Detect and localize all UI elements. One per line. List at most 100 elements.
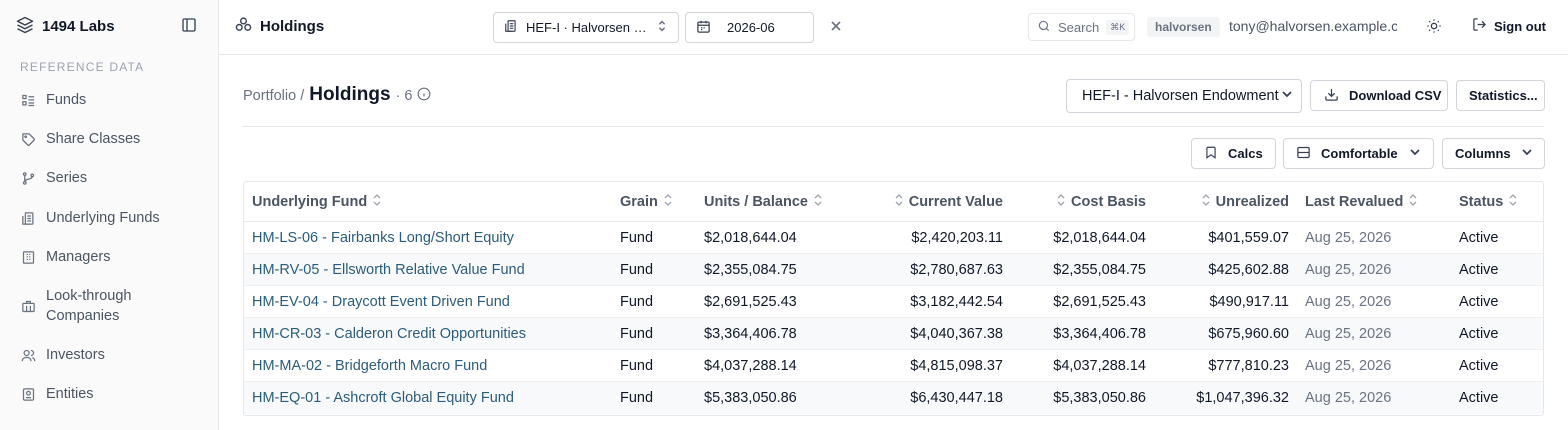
units-balance-cell: $5,383,050.86 xyxy=(704,390,797,406)
column-header-cost-basis[interactable]: Cost Basis xyxy=(1006,182,1146,221)
status-cell: Active xyxy=(1459,261,1499,278)
fund-selector-value: HEF-I · Halvorsen Endowment xyxy=(526,20,648,35)
last-revalued-cell: Aug 25, 2026 xyxy=(1305,261,1392,278)
column-header-label: Grain xyxy=(620,193,658,210)
column-header-label: Status xyxy=(1459,193,1504,210)
density-label: Comfortable xyxy=(1321,146,1398,161)
units-balance-cell: $4,037,288.14 xyxy=(704,357,797,374)
sidebar-item-underlying-funds[interactable]: Underlying Funds xyxy=(0,208,180,228)
sidebar-item-label: Underlying Funds xyxy=(46,210,160,226)
fund-icon xyxy=(504,19,518,36)
column-header-label: Cost Basis xyxy=(1071,193,1146,210)
column-header-underlying-fund[interactable]: Underlying Fund xyxy=(252,182,381,221)
user-email: tony@halvorsen.example.com xyxy=(1229,18,1397,34)
cost-basis-cell: $3,364,406.78 xyxy=(1053,325,1146,342)
brand-name: 1494 Labs xyxy=(42,17,115,35)
sidebar-item-funds[interactable]: Funds xyxy=(0,90,106,110)
chevron-down-icon xyxy=(1281,88,1293,104)
sort-icon xyxy=(1057,193,1065,210)
sidebar-item-share-classes[interactable]: Share Classes xyxy=(0,129,160,149)
header-divider xyxy=(243,126,1544,127)
units-balance-cell: $3,364,406.78 xyxy=(704,325,797,342)
cost-basis-cell: $5,383,050.86 xyxy=(1053,390,1146,406)
fund-icon xyxy=(20,208,36,228)
sidebar-item-look-through-companies[interactable]: Look-through Companies xyxy=(0,286,151,326)
sidebar-item-investors[interactable]: Investors xyxy=(0,345,125,365)
column-header-last-revalued[interactable]: Last Revalued xyxy=(1305,182,1417,221)
status-cell: Active xyxy=(1459,357,1499,374)
period-input[interactable]: 2026-06 xyxy=(685,12,814,43)
density-dropdown[interactable]: Comfortable xyxy=(1283,138,1434,169)
tenant-badge: halvorsen xyxy=(1147,17,1220,37)
column-header-status[interactable]: Status xyxy=(1459,182,1517,221)
sort-icon xyxy=(373,193,381,210)
brand[interactable]: 1494 Labs xyxy=(16,14,115,38)
table-header: Underlying Fund Grain Units / Balance Cu… xyxy=(244,182,1543,222)
clear-period-button[interactable] xyxy=(827,17,845,37)
section-label: REFERENCE DATA xyxy=(20,60,145,74)
statistics-button[interactable]: Statistics... xyxy=(1456,80,1545,111)
breadcrumb: Portfolio / Holdings · 6 xyxy=(243,84,431,106)
last-revalued-cell: Aug 25, 2026 xyxy=(1305,357,1392,374)
underlying-fund-link[interactable]: HM-RV-05 - Ellsworth Relative Value Fund xyxy=(252,262,525,278)
table-row[interactable]: HM-RV-05 - Ellsworth Relative Value Fund… xyxy=(244,254,1543,286)
download-csv-button[interactable]: Download CSV xyxy=(1310,80,1448,111)
table-row[interactable]: HM-CR-03 - Calderon Credit Opportunities… xyxy=(244,318,1543,350)
sign-out-button[interactable]: Sign out xyxy=(1472,17,1546,35)
holdings-count: · 6 xyxy=(395,88,413,104)
close-icon xyxy=(830,19,842,35)
cost-basis-cell: $2,691,525.43 xyxy=(1053,293,1146,310)
column-header-label: Last Revalued xyxy=(1305,193,1404,210)
sidebar-item-entities[interactable]: Entities xyxy=(0,384,114,404)
underlying-fund-link[interactable]: HM-CR-03 - Calderon Credit Opportunities xyxy=(252,326,526,342)
sidebar-item-managers[interactable]: Managers xyxy=(0,247,130,267)
fund-dropdown[interactable]: HEF-I - Halvorsen Endowment xyxy=(1066,79,1302,113)
density-icon xyxy=(1296,145,1311,163)
briefcase-icon xyxy=(20,296,36,316)
unrealized-cell: $401,559.07 xyxy=(1208,229,1289,246)
underlying-fund-link[interactable]: HM-EV-04 - Draycott Event Driven Fund xyxy=(252,294,510,310)
column-header-label: Unrealized xyxy=(1215,193,1289,210)
sun-icon xyxy=(1426,18,1442,37)
sort-icon xyxy=(664,193,672,210)
column-header-grain[interactable]: Grain xyxy=(620,182,672,221)
list-icon xyxy=(20,90,36,110)
calcs-button[interactable]: Calcs xyxy=(1191,138,1276,169)
columns-dropdown[interactable]: Columns xyxy=(1442,138,1545,169)
table-row[interactable]: HM-LS-06 - Fairbanks Long/Short Equity F… xyxy=(244,222,1543,254)
page-title: Holdings xyxy=(309,84,391,105)
status-cell: Active xyxy=(1459,390,1499,406)
fund-selector[interactable]: HEF-I · Halvorsen Endowment xyxy=(493,12,679,43)
unrealized-cell: $425,602.88 xyxy=(1208,261,1289,278)
column-header-label: Underlying Fund xyxy=(252,193,368,210)
column-header-current-value[interactable]: Current Value xyxy=(803,182,1003,221)
sidebar-toggle-button[interactable] xyxy=(178,15,200,37)
column-header-label: Current Value xyxy=(908,193,1003,210)
bookmark-icon xyxy=(1204,145,1218,163)
underlying-fund-link[interactable]: HM-LS-06 - Fairbanks Long/Short Equity xyxy=(252,230,514,246)
sidebar-item-label: Investors xyxy=(46,347,105,363)
search-input[interactable]: Search ⌘K xyxy=(1028,13,1135,41)
top-bar-title: Holdings xyxy=(260,17,325,35)
breadcrumb-parent[interactable]: Portfolio / xyxy=(243,88,304,104)
grain-cell: Fund xyxy=(620,293,654,310)
info-icon[interactable] xyxy=(417,87,431,104)
unrealized-cell: $1,047,396.32 xyxy=(1196,390,1289,406)
current-value-cell: $6,430,447.18 xyxy=(910,390,1003,406)
table-row[interactable]: HM-MA-02 - Bridgeforth Macro Fund Fund $… xyxy=(244,350,1543,382)
sidebar-item-series[interactable]: Series xyxy=(0,168,107,188)
table-row[interactable]: HM-EV-04 - Draycott Event Driven Fund Fu… xyxy=(244,286,1543,318)
underlying-fund-link[interactable]: HM-EQ-01 - Ashcroft Global Equity Fund xyxy=(252,390,514,406)
sidebar-item-label: Series xyxy=(46,170,88,186)
underlying-fund-link[interactable]: HM-MA-02 - Bridgeforth Macro Fund xyxy=(252,358,487,374)
sidebar-item-label: Share Classes xyxy=(46,131,141,147)
column-header-unrealized[interactable]: Unrealized xyxy=(1149,182,1289,221)
unrealized-cell: $675,960.60 xyxy=(1208,325,1289,342)
layers-icon xyxy=(16,16,34,37)
search-shortcut: ⌘K xyxy=(1106,19,1130,35)
last-revalued-cell: Aug 25, 2026 xyxy=(1305,229,1392,246)
cost-basis-cell: $4,037,288.14 xyxy=(1053,357,1146,374)
theme-toggle-button[interactable] xyxy=(1423,16,1445,38)
table-row[interactable]: HM-EQ-01 - Ashcroft Global Equity Fund F… xyxy=(244,382,1543,414)
last-revalued-cell: Aug 25, 2026 xyxy=(1305,325,1392,342)
